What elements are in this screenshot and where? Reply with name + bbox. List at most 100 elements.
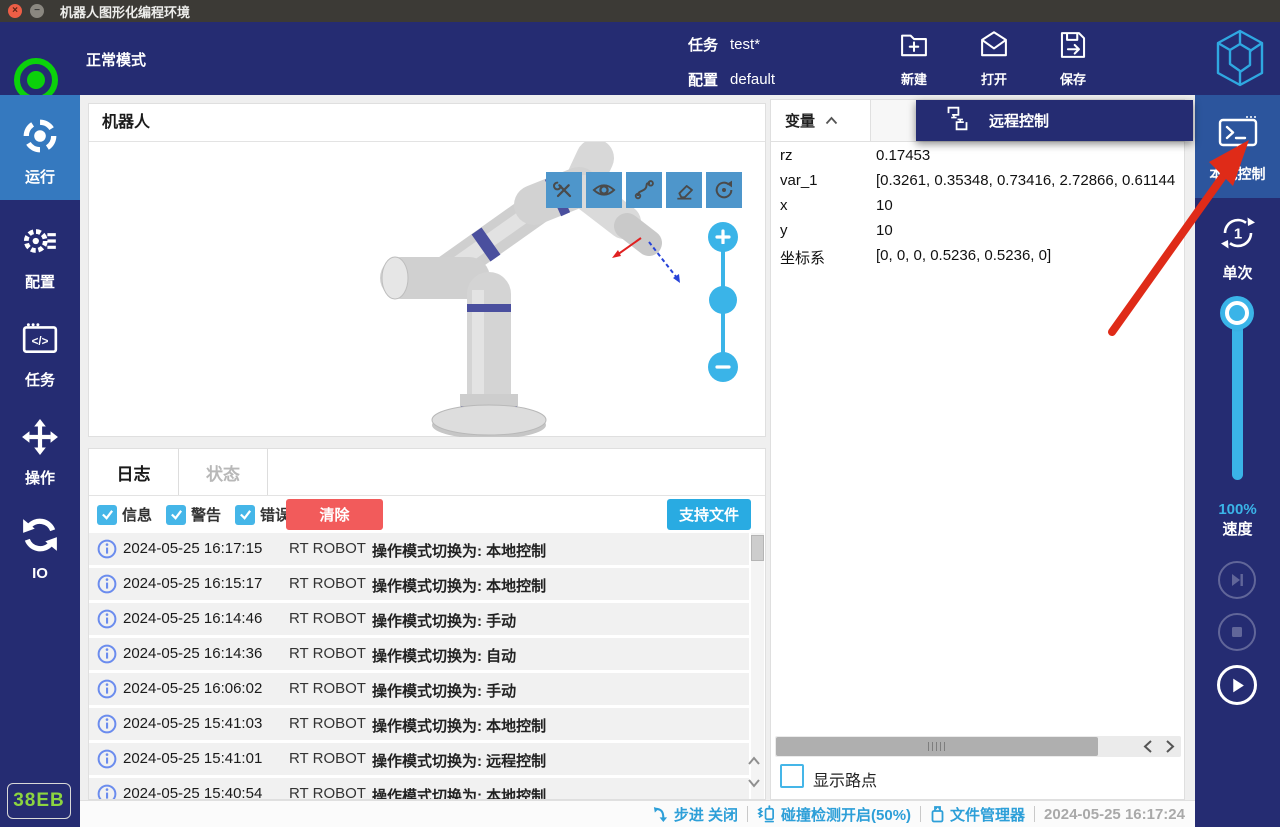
log-scroll-down-icon[interactable] [745, 775, 763, 796]
play-button[interactable] [1217, 665, 1257, 705]
tab-log[interactable]: 日志 [89, 449, 179, 495]
info-checkbox[interactable] [97, 505, 117, 525]
plus-icon [715, 229, 731, 245]
scroll-left-icon[interactable] [1141, 739, 1157, 754]
variable-value: [0, 0, 0, 0.5236, 0.5236, 0] [876, 247, 1176, 264]
variable-row[interactable]: y 10 [771, 219, 1184, 244]
log-message: 操作模式切换为: 本地控制 [372, 715, 546, 736]
variables-header-tab[interactable]: 变量 [771, 100, 871, 141]
log-source: RT ROBOT [289, 610, 366, 627]
log-message: 操作模式切换为: 手动 [372, 680, 516, 701]
step-forward-button[interactable] [1218, 561, 1256, 599]
info-icon [97, 714, 117, 738]
clear-log-button[interactable]: 清除 [286, 499, 383, 530]
variable-row[interactable]: var_1 [0.3261, 0.35348, 0.73416, 2.72866… [771, 169, 1184, 194]
collision-indicator[interactable]: 碰撞检测开启(50%) [757, 804, 911, 825]
open-button[interactable]: 打开 [965, 27, 1023, 89]
info-icon [97, 749, 117, 773]
erase-button[interactable] [666, 172, 702, 208]
log-row[interactable]: 2024-05-25 15:41:03 RT ROBOT 操作模式切换为: 本地… [89, 708, 749, 740]
skip-icon [1229, 572, 1245, 588]
chevron-up-icon [825, 116, 838, 125]
stop-button[interactable] [1218, 613, 1256, 651]
view-button[interactable] [586, 172, 622, 208]
show-waypoints-checkbox[interactable] [780, 764, 804, 788]
svg-text:</>: </> [32, 335, 49, 348]
clock: 2024-05-25 16:17:24 [1044, 806, 1185, 823]
sidebar-item-task[interactable]: </> 任务 [0, 298, 80, 398]
path-button[interactable] [626, 172, 662, 208]
variable-row[interactable]: rz 0.17453 [771, 144, 1184, 169]
warning-checkbox[interactable] [166, 505, 186, 525]
statusbar: 步进 关闭 碰撞检测开启(50%) 文件管理器 2024-05-25 16:17… [80, 800, 1195, 827]
sidebar-item-label: 配置 [25, 271, 55, 292]
log-time: 2024-05-25 15:40:54 [123, 785, 262, 800]
tools-button[interactable] [546, 172, 582, 208]
minus-icon [715, 359, 731, 375]
log-source: RT ROBOT [289, 575, 366, 592]
log-row[interactable]: 2024-05-25 16:14:46 RT ROBOT 操作模式切换为: 手动 [89, 603, 749, 635]
save-icon [1056, 27, 1090, 66]
code-window-icon: </> [21, 298, 59, 362]
wrench-screwdriver-icon [552, 178, 576, 202]
log-row[interactable]: 2024-05-25 16:14:36 RT ROBOT 操作模式切换为: 自动 [89, 638, 749, 670]
log-row[interactable]: 2024-05-25 16:06:02 RT ROBOT 操作模式切换为: 手动 [89, 673, 749, 705]
log-row[interactable]: 2024-05-25 15:41:01 RT ROBOT 操作模式切换为: 远程… [89, 743, 749, 775]
log-source: RT ROBOT [289, 715, 366, 732]
log-message: 操作模式切换为: 本地控制 [372, 540, 546, 561]
play-icon [1229, 677, 1246, 694]
sidebar-item-run[interactable]: 运行 [0, 95, 80, 200]
log-message: 操作模式切换为: 远程控制 [372, 750, 546, 771]
log-time: 2024-05-25 15:41:01 [123, 750, 262, 767]
log-source: RT ROBOT [289, 785, 366, 800]
variable-row[interactable]: 坐标系 [0, 0, 0, 0.5236, 0.5236, 0] [771, 244, 1184, 269]
variable-row[interactable]: x 10 [771, 194, 1184, 219]
sidebar-item-label: 运行 [25, 166, 55, 187]
warning-filter-label: 警告 [191, 504, 221, 525]
zoom-slider-handle[interactable] [709, 286, 737, 314]
svg-text:1: 1 [1233, 226, 1241, 243]
sidebar-item-jog[interactable]: 操作 [0, 396, 80, 496]
robot-3d-viewport[interactable] [89, 142, 765, 437]
sidebar-item-config[interactable]: 配置 [0, 200, 80, 300]
close-icon[interactable]: × [8, 4, 22, 18]
reset-view-button[interactable] [706, 172, 742, 208]
speed-slider-handle[interactable] [1225, 301, 1249, 325]
collision-label: 碰撞检测开启(50%) [781, 804, 911, 825]
file-manager-button[interactable]: 文件管理器 [930, 804, 1025, 825]
speed-value: 100% [1195, 501, 1280, 518]
collision-icon [757, 805, 776, 823]
log-row[interactable]: 2024-05-25 16:15:17 RT ROBOT 操作模式切换为: 本地… [89, 568, 749, 600]
log-scrollbar-thumb[interactable] [751, 535, 764, 561]
log-message: 操作模式切换为: 手动 [372, 610, 516, 631]
tab-status[interactable]: 状态 [179, 449, 268, 495]
log-time: 2024-05-25 16:15:17 [123, 575, 262, 592]
step-mode-indicator[interactable]: 步进 关闭 [652, 804, 738, 825]
config-label: 配置 [688, 69, 718, 90]
h-scrollbar-thumb[interactable] [776, 737, 1098, 756]
save-button[interactable]: 保存 [1044, 27, 1102, 89]
support-file-button[interactable]: 支持文件 [667, 499, 751, 530]
log-scroll-up-icon[interactable] [745, 753, 763, 774]
local-control-button[interactable]: 本地控制 [1195, 95, 1280, 198]
sidebar-item-io[interactable]: IO [0, 494, 80, 594]
new-file-icon [897, 27, 931, 66]
open-button-label: 打开 [981, 69, 1007, 88]
eraser-icon [672, 178, 696, 202]
viewport-toolbar [546, 172, 742, 208]
single-run-button[interactable]: 1 单次 [1195, 213, 1280, 283]
h-scrollbar-track[interactable] [775, 736, 1181, 757]
variables-header-label: 变量 [785, 110, 815, 131]
config-value: default [730, 71, 775, 88]
log-row[interactable]: 2024-05-25 15:40:54 RT ROBOT 操作模式切换为: 本地… [89, 778, 749, 800]
scroll-right-icon[interactable] [1161, 739, 1177, 754]
variable-name: rz [780, 147, 793, 164]
new-button-label: 新建 [901, 69, 927, 88]
error-checkbox[interactable] [235, 505, 255, 525]
log-row[interactable]: 2024-05-25 16:17:15 RT ROBOT 操作模式切换为: 本地… [89, 533, 749, 565]
new-button[interactable]: 新建 [885, 27, 943, 89]
zoom-out-button[interactable] [708, 352, 738, 382]
minimize-icon[interactable]: − [30, 4, 44, 18]
speed-slider-track[interactable] [1232, 308, 1243, 480]
remote-control-menu-item[interactable]: 远程控制 [916, 100, 1193, 141]
